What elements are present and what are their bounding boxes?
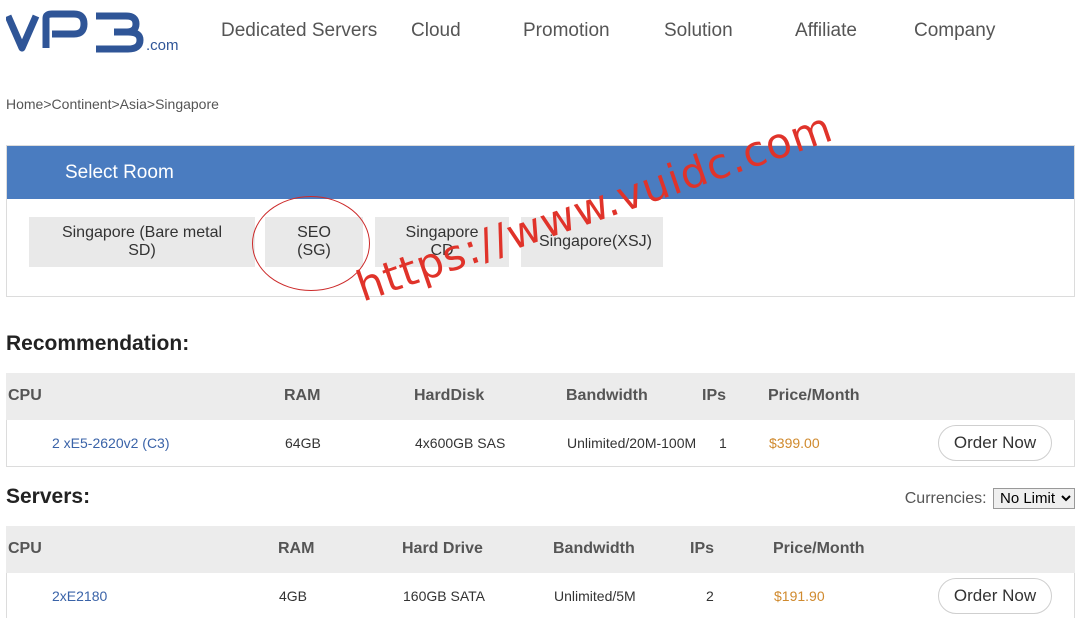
breadcrumb-continent[interactable]: Continent: [52, 96, 112, 112]
bandwidth-value: Unlimited/20M-100M: [567, 435, 697, 451]
nav-dedicated-servers[interactable]: Dedicated Servers: [221, 20, 377, 42]
currency-select[interactable]: No Limit: [993, 488, 1075, 509]
col-price: Price/Month: [768, 387, 860, 404]
servers-table: CPU RAM Hard Drive Bandwidth IPs Price/M…: [6, 526, 1075, 618]
currency-label: Currencies:: [904, 490, 987, 507]
ips-value: 1: [719, 435, 727, 451]
table-header: CPU RAM Hard Drive Bandwidth IPs Price/M…: [6, 526, 1075, 573]
breadcrumb-home[interactable]: Home: [6, 96, 43, 112]
col-ips: IPs: [702, 387, 727, 404]
room-option-singapore-bare-metal-sd[interactable]: Singapore (Bare metal SD): [29, 217, 255, 267]
room-option-singapore-cd[interactable]: Singapore CD: [375, 217, 509, 267]
disk-value: 160GB SATA: [403, 588, 485, 604]
col-price: Price/Month: [773, 540, 865, 557]
breadcrumb-asia[interactable]: Asia: [120, 96, 147, 112]
col-harddisk: HardDisk: [414, 387, 485, 404]
nav-affiliate[interactable]: Affiliate: [795, 20, 857, 42]
order-now-button[interactable]: Order Now: [938, 578, 1052, 614]
ips-value: 2: [706, 588, 714, 604]
price-value: $191.90: [774, 588, 825, 604]
select-room-title: Select Room: [7, 146, 1074, 199]
price-value: $399.00: [769, 435, 820, 451]
recommendation-title: Recommendation:: [6, 332, 190, 355]
bandwidth-value: Unlimited/5M: [554, 588, 636, 604]
select-room-panel: Select Room Singapore (Bare metal SD) SE…: [6, 145, 1075, 297]
breadcrumb-separator: >: [146, 96, 156, 112]
cpu-link[interactable]: 2xE2180: [52, 588, 107, 604]
table-row: 2xE2180 4GB 160GB SATA Unlimited/5M 2 $1…: [6, 573, 1075, 618]
disk-value: 4x600GB SAS: [415, 435, 506, 451]
order-now-button[interactable]: Order Now: [938, 425, 1052, 461]
breadcrumb-separator: >: [111, 96, 120, 112]
cpu-link[interactable]: 2 xE5-2620v2 (C3): [52, 435, 170, 451]
room-option-seo-sg[interactable]: SEO (SG): [265, 217, 363, 267]
servers-title: Servers:: [6, 485, 91, 508]
currency-filter: Currencies: No Limit: [905, 488, 1075, 509]
breadcrumb-separator: >: [43, 96, 52, 112]
nav-cloud[interactable]: Cloud: [411, 20, 461, 42]
ram-value: 64GB: [285, 435, 321, 451]
col-ram: RAM: [278, 540, 315, 557]
col-cpu: CPU: [8, 387, 42, 404]
recommendation-table: CPU RAM HardDisk Bandwidth IPs Price/Mon…: [6, 373, 1075, 467]
col-ram: RAM: [284, 387, 321, 404]
col-ips: IPs: [690, 540, 715, 557]
logo-suffix: .com: [146, 37, 179, 54]
nav-solution[interactable]: Solution: [664, 20, 733, 42]
nav-company[interactable]: Company: [914, 20, 995, 42]
room-option-singapore-xsj[interactable]: Singapore(XSJ): [521, 217, 663, 267]
table-header: CPU RAM HardDisk Bandwidth IPs Price/Mon…: [6, 373, 1075, 420]
col-bandwidth: Bandwidth: [553, 540, 635, 557]
site-logo[interactable]: .com: [6, 8, 186, 56]
col-bandwidth: Bandwidth: [566, 387, 648, 404]
breadcrumb-singapore: Singapore: [155, 96, 219, 112]
col-hard-drive: Hard Drive: [402, 540, 483, 557]
nav-promotion[interactable]: Promotion: [523, 20, 610, 42]
breadcrumb: Home>Continent>Asia>Singapore: [6, 96, 219, 112]
table-row: 2 xE5-2620v2 (C3) 64GB 4x600GB SAS Unlim…: [6, 420, 1075, 467]
ram-value: 4GB: [279, 588, 308, 604]
col-cpu: CPU: [8, 540, 42, 557]
